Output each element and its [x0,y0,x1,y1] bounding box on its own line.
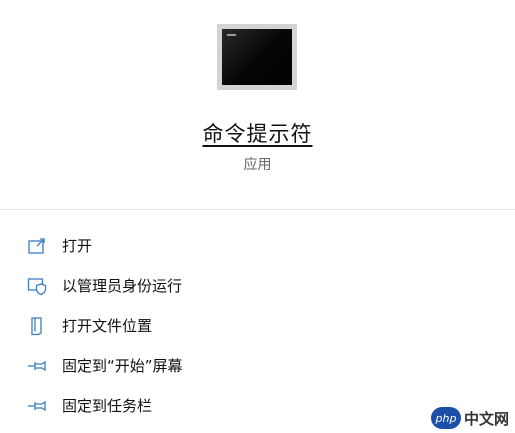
divider [0,209,515,210]
pin-to-start-action[interactable]: 固定到“开始”屏幕 [0,346,515,386]
pin-icon [27,396,47,416]
run-as-admin-action[interactable]: 以管理员身份运行 [0,266,515,306]
open-file-location-label: 打开文件位置 [62,317,153,335]
open-file-location-action[interactable]: 打开文件位置 [0,306,515,346]
watermark-logo: php [430,407,461,429]
open-window-icon [27,236,47,256]
watermark-text: 中文网 [463,409,509,428]
app-type-label: 应用 [243,157,272,173]
open-action[interactable]: 打开 [0,226,515,266]
admin-shield-icon [27,276,47,296]
pin-icon [27,356,47,376]
watermark: php 中文网 [430,407,509,429]
run-as-admin-label: 以管理员身份运行 [62,277,183,295]
action-list: 打开 以管理员身份运行 打开文件位置 固定到“开始”屏幕 固定到任务栏 [0,226,515,426]
app-title[interactable]: 命令提示符 [0,118,515,148]
app-header: 命令提示符 应用 [0,0,515,210]
pin-to-start-label: 固定到“开始”屏幕 [62,357,183,375]
command-prompt-icon [217,24,297,90]
folder-location-icon [27,316,47,336]
pin-to-taskbar-label: 固定到任务栏 [62,397,153,415]
open-label: 打开 [62,237,93,255]
